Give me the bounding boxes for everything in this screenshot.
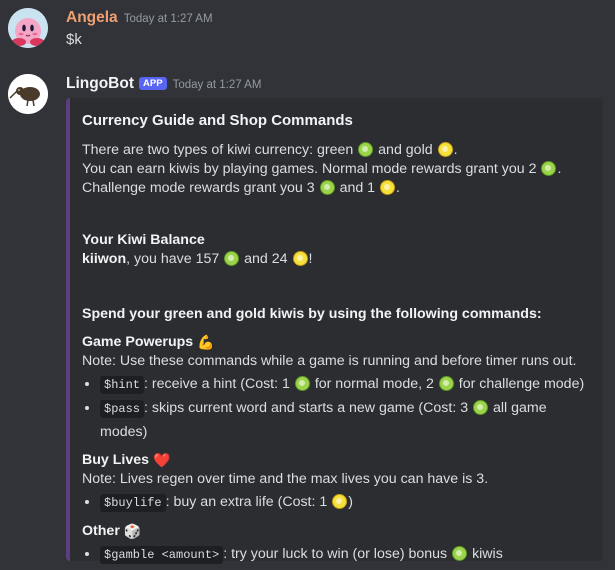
lives-list: $buylife: buy an extra life (Cost: 1 ) <box>82 491 589 515</box>
username[interactable]: Angela <box>66 9 118 26</box>
username-row: Angela Today at 1:27 AM <box>66 9 213 27</box>
powerups-note: Note: Use these commands while a game is… <box>82 353 577 369</box>
intro-line-2: You can earn kiwis by playing games. Nor… <box>82 161 562 177</box>
hint-command: $hint <box>100 376 145 394</box>
green-kiwi-icon <box>319 180 335 195</box>
buylife-command: $buylife <box>100 494 166 512</box>
green-kiwi-icon <box>358 142 374 157</box>
heart-icon: ❤️ <box>152 452 171 468</box>
gold-kiwi-icon <box>332 494 348 509</box>
timestamp: Today at 1:27 AM <box>123 13 213 25</box>
timestamp: Today at 1:27 AM <box>172 79 262 91</box>
green-kiwi-icon <box>294 376 310 391</box>
other-list: $gamble <amount>: try your luck to win (… <box>82 543 589 567</box>
spend-heading: Spend your green and gold kiwis by using… <box>82 306 542 322</box>
list-item: $gamble <amount>: try your luck to win (… <box>100 543 589 567</box>
gold-kiwi-icon <box>437 142 453 157</box>
green-kiwi-icon <box>452 546 468 561</box>
powerups-list: $hint: receive a hint (Cost: 1 for norma… <box>82 373 589 444</box>
gold-kiwi-icon <box>292 251 308 266</box>
lives-heading: Buy Lives ❤️ <box>82 452 171 468</box>
balance-user: kiiwon <box>82 251 127 267</box>
kirby-avatar-icon <box>8 8 48 48</box>
username-row: LingoBot APP Today at 1:27 AM <box>66 75 261 93</box>
gold-kiwi-icon <box>380 180 396 195</box>
green-kiwi-icon <box>438 376 454 391</box>
powerups-heading: Game Powerups 💪 <box>82 334 215 350</box>
list-item: $hint: receive a hint (Cost: 1 for norma… <box>100 373 589 397</box>
green-kiwi-icon <box>541 161 557 176</box>
intro-line-3: Challenge mode rewards grant you 3 and 1… <box>82 180 400 196</box>
flexed-biceps-icon: 💪 <box>197 334 215 350</box>
lives-note: Note: Lives regen over time and the max … <box>82 471 489 487</box>
avatar[interactable] <box>8 8 48 48</box>
avatar[interactable] <box>8 74 48 114</box>
game-die-icon: 🎲 <box>123 523 142 539</box>
username[interactable]: LingoBot <box>66 75 134 92</box>
gamble-command: $gamble <amount> <box>100 546 224 564</box>
embed: Currency Guide and Shop Commands There a… <box>66 98 603 564</box>
pass-command: $pass <box>100 400 145 418</box>
balance-heading: Your Kiwi Balance <box>82 232 205 248</box>
balance-line: kiiwon, you have 157 and 24 ! <box>82 251 313 267</box>
message-content: $k <box>66 31 82 48</box>
embed-title: Currency Guide and Shop Commands <box>82 112 353 129</box>
green-kiwi-icon <box>224 251 240 266</box>
green-kiwi-icon <box>473 400 489 415</box>
kiwi-bird-avatar-icon <box>8 74 48 114</box>
intro-line-1: There are two types of kiwi currency: gr… <box>82 142 458 158</box>
list-item: $pass: skips current word and starts a n… <box>100 397 589 444</box>
app-tag: APP <box>139 77 167 90</box>
list-item: $buylife: buy an extra life (Cost: 1 ) <box>100 491 589 515</box>
other-heading: Other 🎲 <box>82 523 142 539</box>
